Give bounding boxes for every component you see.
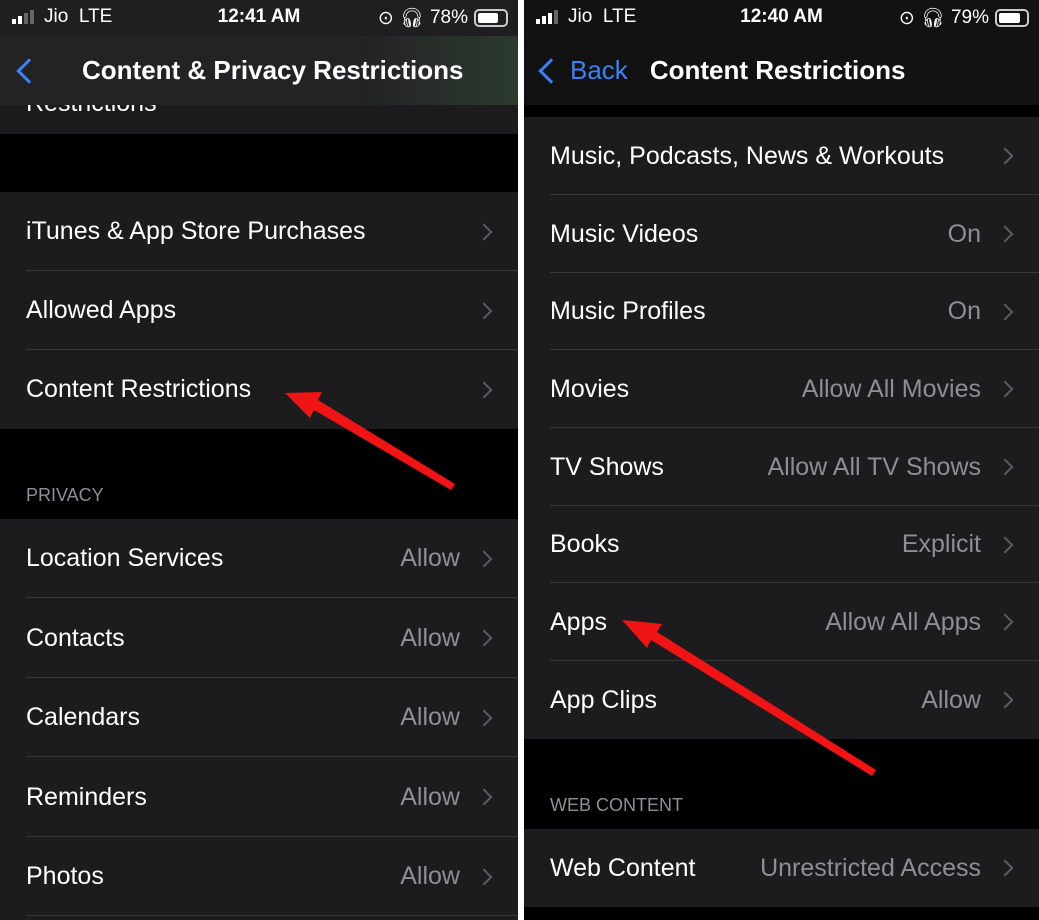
red-arrow-right [622,620,876,776]
red-arrow-left [285,392,455,490]
annotation-arrows [285,392,876,776]
